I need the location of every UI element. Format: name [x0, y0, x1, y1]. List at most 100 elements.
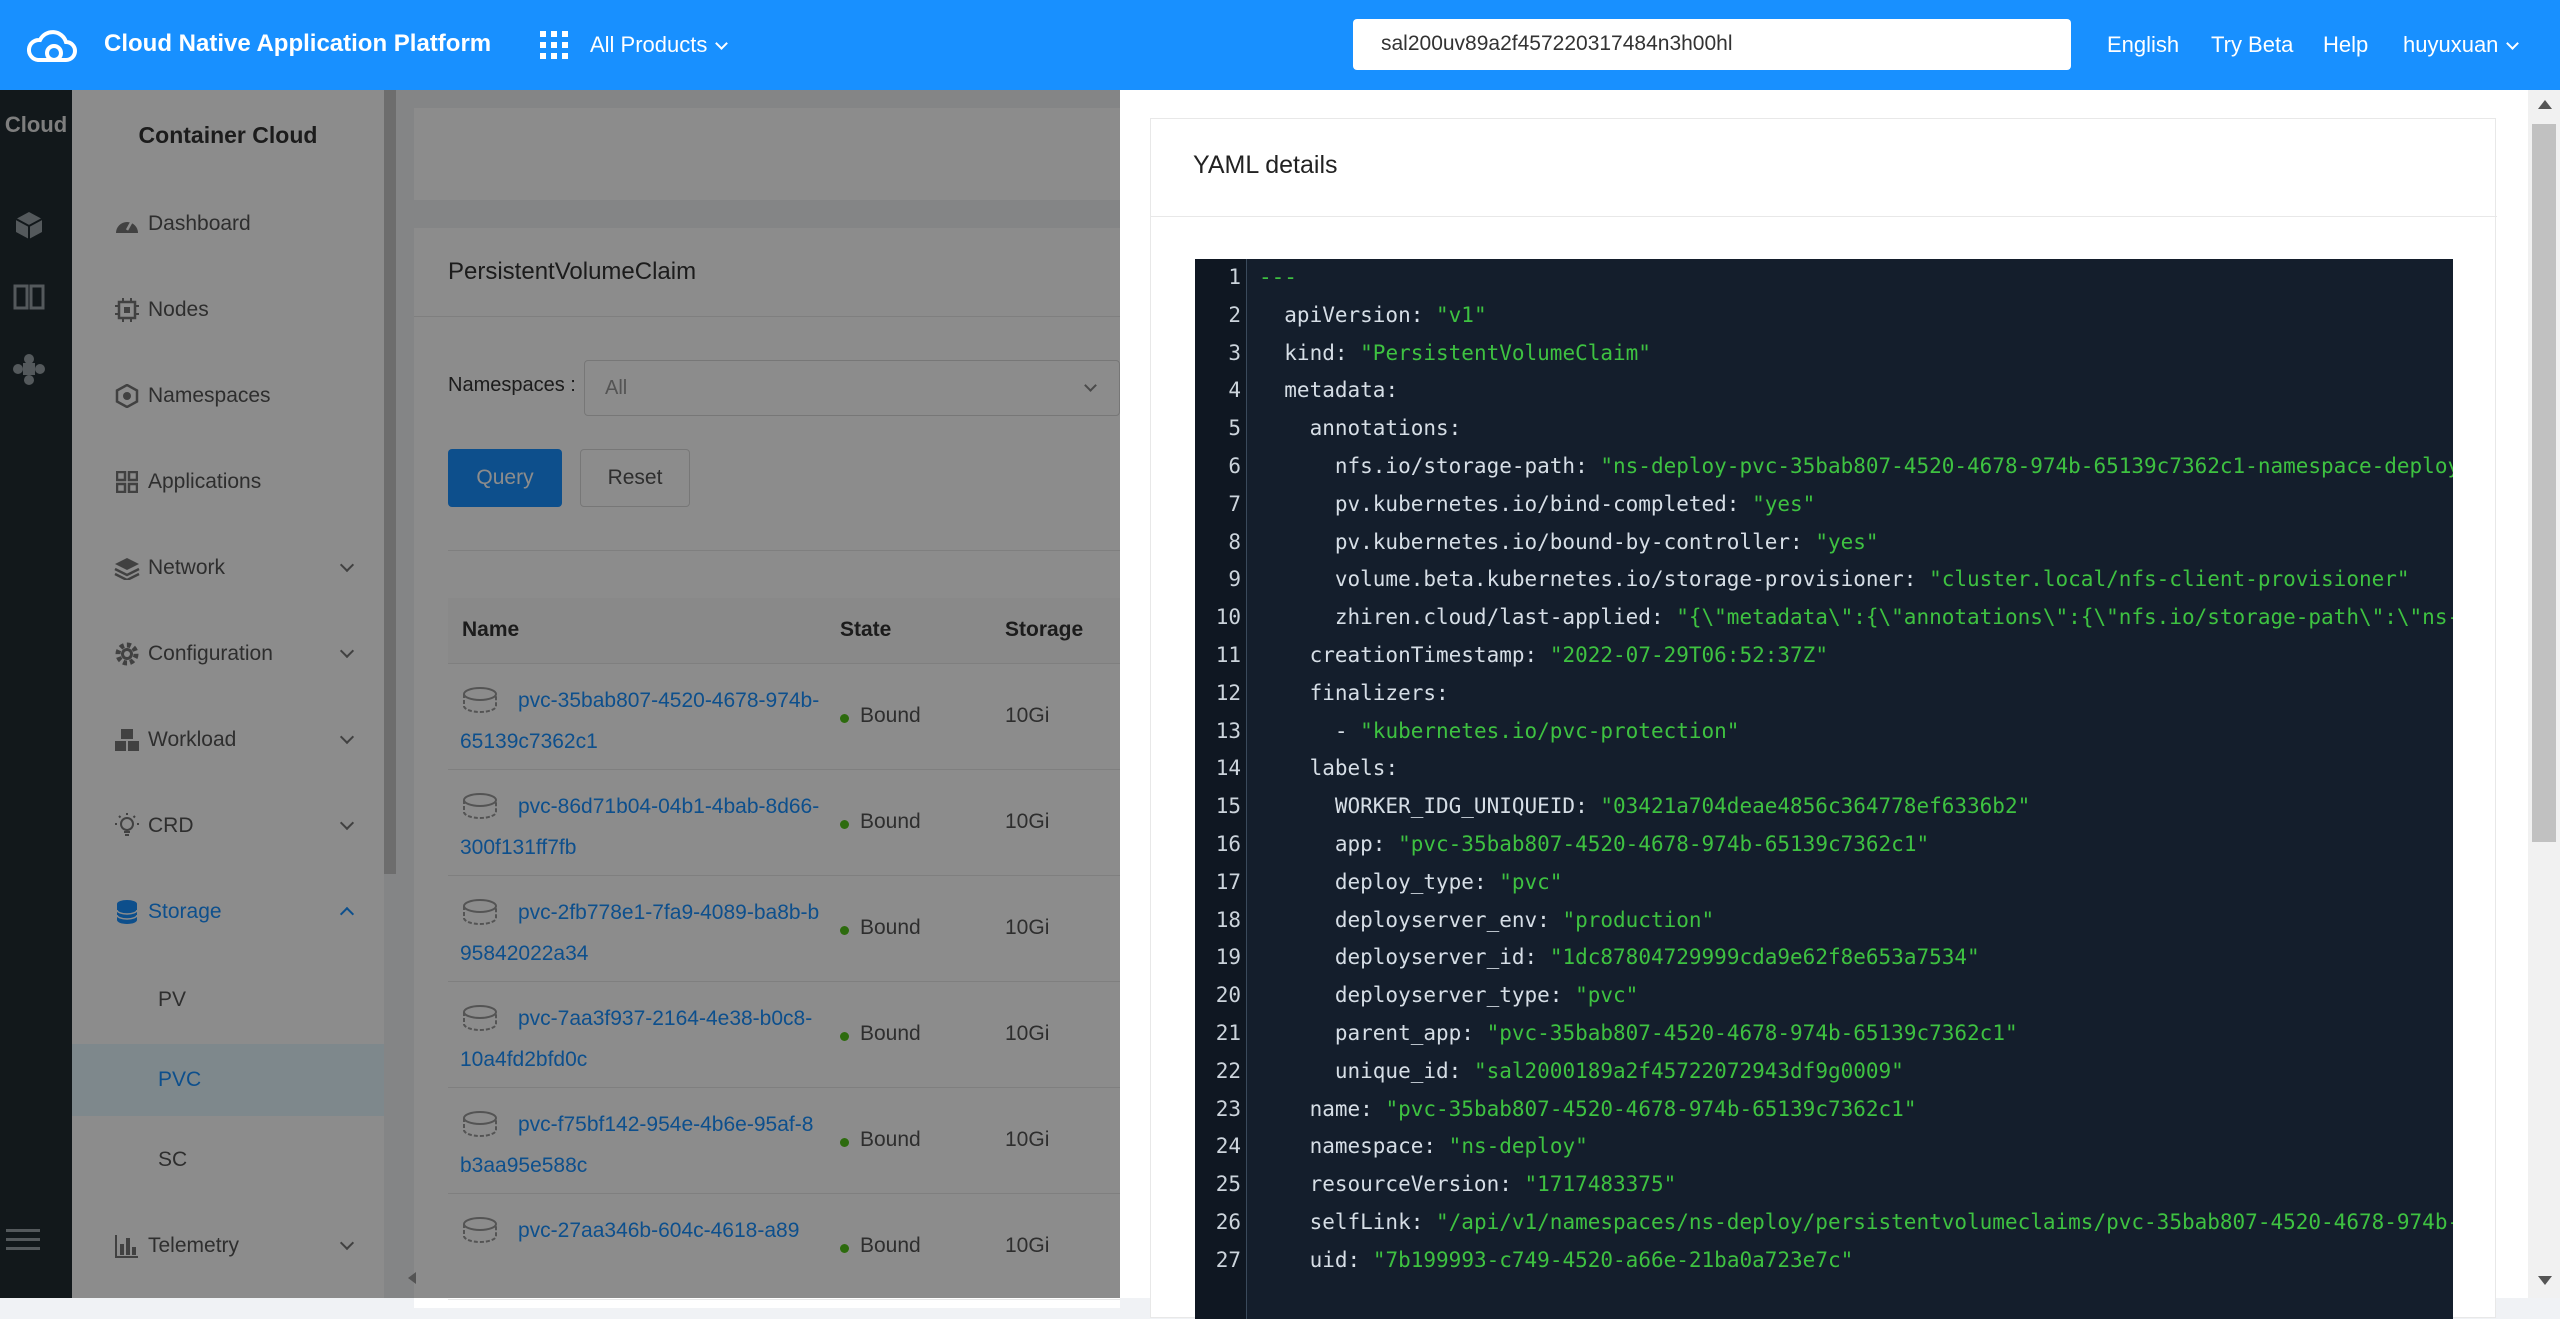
line-number: 9 [1228, 567, 1241, 592]
yaml-value: "production" [1562, 907, 1715, 932]
search-input[interactable]: sal200uv89a2f457220317484n3h00hl [1353, 19, 2071, 70]
yaml-value: "v1" [1436, 302, 1487, 327]
line-number: 7 [1228, 491, 1241, 516]
all-products-menu[interactable]: All Products [590, 32, 729, 58]
line-number: 17 [1215, 869, 1241, 894]
yaml-line: pv.kubernetes.io/bind-completed: "yes" [1259, 492, 1815, 516]
yaml-key: app [1259, 832, 1373, 856]
scroll-down-arrow-icon[interactable] [2538, 1276, 2552, 1285]
yaml-line: creationTimestamp: "2022-07-29T06:52:37Z… [1259, 643, 1828, 667]
yaml-line: deployserver_id: "1dc87804729999cda9e62f… [1259, 945, 1980, 969]
yaml-value: "7b199993-c749-4520-a66e-21ba0a723e7c" [1372, 1247, 1854, 1272]
yaml-key: metadata [1259, 378, 1386, 403]
yaml-colon: : [1372, 832, 1399, 856]
yaml-colon: : [1524, 945, 1550, 970]
line-number: 24 [1215, 1134, 1241, 1159]
scroll-up-arrow-icon[interactable] [2538, 100, 2552, 109]
yaml-line: selfLink: "/api/v1/namespaces/ns-deploy/… [1259, 1210, 2453, 1234]
yaml-value: "ns-deploy-pvc-35bab807-4520-4678-974b-6… [1600, 454, 2453, 478]
chevron-down-icon [2506, 37, 2520, 50]
line-number: 18 [1215, 907, 1241, 932]
yaml-value: "pvc" [1499, 869, 1563, 894]
yaml-key: annotations [1259, 416, 1449, 441]
yaml-colon: : [1448, 416, 1474, 441]
line-number-gutter: 1 2 3 4 5 6 7 8 9 10 11 12 13 14 15 16 17 18 19 20 21 22 23 24 2… [1195, 259, 1247, 1319]
yaml-colon: : [1549, 983, 1576, 1008]
line-number: 4 [1228, 378, 1241, 403]
line-number: 2 [1228, 302, 1241, 327]
yaml-code-editor[interactable]: 1 2 3 4 5 6 7 8 9 10 11 12 13 14 15 16 17 18 19 20 21 22 23 24 2… [1195, 259, 2453, 1319]
yaml-key: deployserver_type [1259, 983, 1550, 1008]
yaml-colon: : [1575, 454, 1601, 478]
yaml-key: deploy_type [1259, 869, 1474, 894]
yaml-key: name [1259, 1096, 1361, 1121]
yaml-line: kind: "PersistentVolumeClaim" [1259, 341, 1651, 365]
drawer-header: YAML details [1151, 119, 2497, 217]
yaml-line: app: "pvc-35bab807-4520-4678-974b-65139c… [1259, 832, 1929, 856]
yaml-line: namespace: "ns-deploy" [1259, 1134, 1588, 1158]
yaml-line: WORKER_IDG_UNIQUEID: "03421a704deae4856c… [1259, 794, 2030, 818]
yaml-key: pv.kubernetes.io/bound-by-controller [1259, 529, 1791, 554]
yaml-key: uid [1259, 1247, 1348, 1272]
yaml-colon: : [1499, 1172, 1525, 1197]
yaml-panel: YAML details 1 2 3 4 5 6 7 8 9 10 11 12 13 14 15 16 17 18… [1150, 118, 2497, 1319]
yaml-key: zhiren.cloud/last-applied [1259, 605, 1651, 630]
yaml-key: pv.kubernetes.io/bind-completed [1259, 491, 1727, 516]
yaml-colon: : [1360, 1096, 1386, 1121]
yaml-line: metadata: [1259, 378, 1411, 402]
user-menu[interactable]: huyuxuan [2403, 32, 2520, 58]
line-number: 21 [1215, 1021, 1241, 1045]
try-beta-link[interactable]: Try Beta [2211, 32, 2293, 58]
yaml-colon: : [1334, 340, 1361, 365]
language-link[interactable]: English [2107, 32, 2179, 58]
line-number: 23 [1215, 1096, 1241, 1121]
line-number: 6 [1228, 454, 1241, 478]
yaml-line: parent_app: "pvc-35bab807-4520-4678-974b… [1259, 1021, 2018, 1045]
line-number: 20 [1215, 983, 1241, 1008]
yaml-line: pv.kubernetes.io/bound-by-controller: "y… [1259, 530, 1879, 554]
yaml-line: nfs.io/storage-path: "ns-deploy-pvc-35ba… [1259, 454, 2453, 478]
yaml-key: apiVersion [1259, 302, 1411, 327]
line-number: 5 [1228, 416, 1241, 441]
app-title[interactable]: Cloud Native Application Platform [104, 30, 491, 58]
help-link[interactable]: Help [2323, 32, 2368, 58]
yaml-doc-start: --- [1259, 265, 1297, 289]
yaml-colon: : [1537, 907, 1563, 932]
yaml-value: "2022-07-29T06:52:37Z" [1549, 643, 1828, 667]
yaml-colon: : [1575, 794, 1601, 819]
top-bar: Cloud Native Application Platform All Pr… [0, 0, 2560, 90]
yaml-line: unique_id: "sal2000189a2f45722072943df9g… [1259, 1059, 1904, 1083]
cloud-logo-icon[interactable] [24, 22, 80, 68]
page-vertical-scrollbar[interactable] [2528, 90, 2560, 1298]
yaml-colon: : [1423, 1134, 1449, 1159]
line-number: 22 [1215, 1058, 1241, 1083]
username: huyuxuan [2403, 32, 2499, 57]
yaml-colon: : [1524, 643, 1550, 667]
line-number: 14 [1215, 756, 1241, 781]
yaml-value: "{\"metadata\":{\"annotations\":{\"nfs.i… [1676, 605, 2453, 630]
line-number: 12 [1215, 680, 1241, 705]
line-number: 8 [1228, 529, 1241, 554]
yaml-value: "sal2000189a2f45722072943df9g0009" [1473, 1058, 1904, 1083]
grid-apps-icon[interactable] [540, 31, 568, 59]
yaml-key: parent_app [1259, 1021, 1462, 1045]
yaml-key: namespace [1259, 1134, 1424, 1159]
overlay-mask[interactable] [0, 90, 1120, 1298]
yaml-colon: : [1347, 1247, 1373, 1272]
yaml-value: "/api/v1/namespaces/ns-deploy/persistent… [1436, 1210, 2453, 1234]
yaml-value: "kubernetes.io/pvc-protection" [1360, 718, 1740, 743]
yaml-key: deployserver_id [1259, 945, 1525, 970]
yaml-key: finalizers [1259, 680, 1437, 705]
yaml-colon: : [1410, 302, 1437, 327]
yaml-value: "pvc-35bab807-4520-4678-974b-65139c7362c… [1486, 1021, 2018, 1045]
line-number: 1 [1228, 265, 1241, 289]
yaml-colon: : [1461, 1021, 1487, 1045]
yaml-line: annotations: [1259, 416, 1474, 440]
yaml-line: deploy_type: "pvc" [1259, 869, 1563, 894]
yaml-key: volume.beta.kubernetes.io/storage-provis… [1259, 567, 1904, 592]
yaml-value: "ns-deploy" [1448, 1134, 1588, 1159]
scrollbar-thumb[interactable] [2532, 124, 2556, 842]
yaml-value: "1717483375" [1524, 1172, 1677, 1197]
line-number: 25 [1215, 1172, 1241, 1197]
yaml-key: WORKER_IDG_UNIQUEID [1259, 794, 1576, 819]
